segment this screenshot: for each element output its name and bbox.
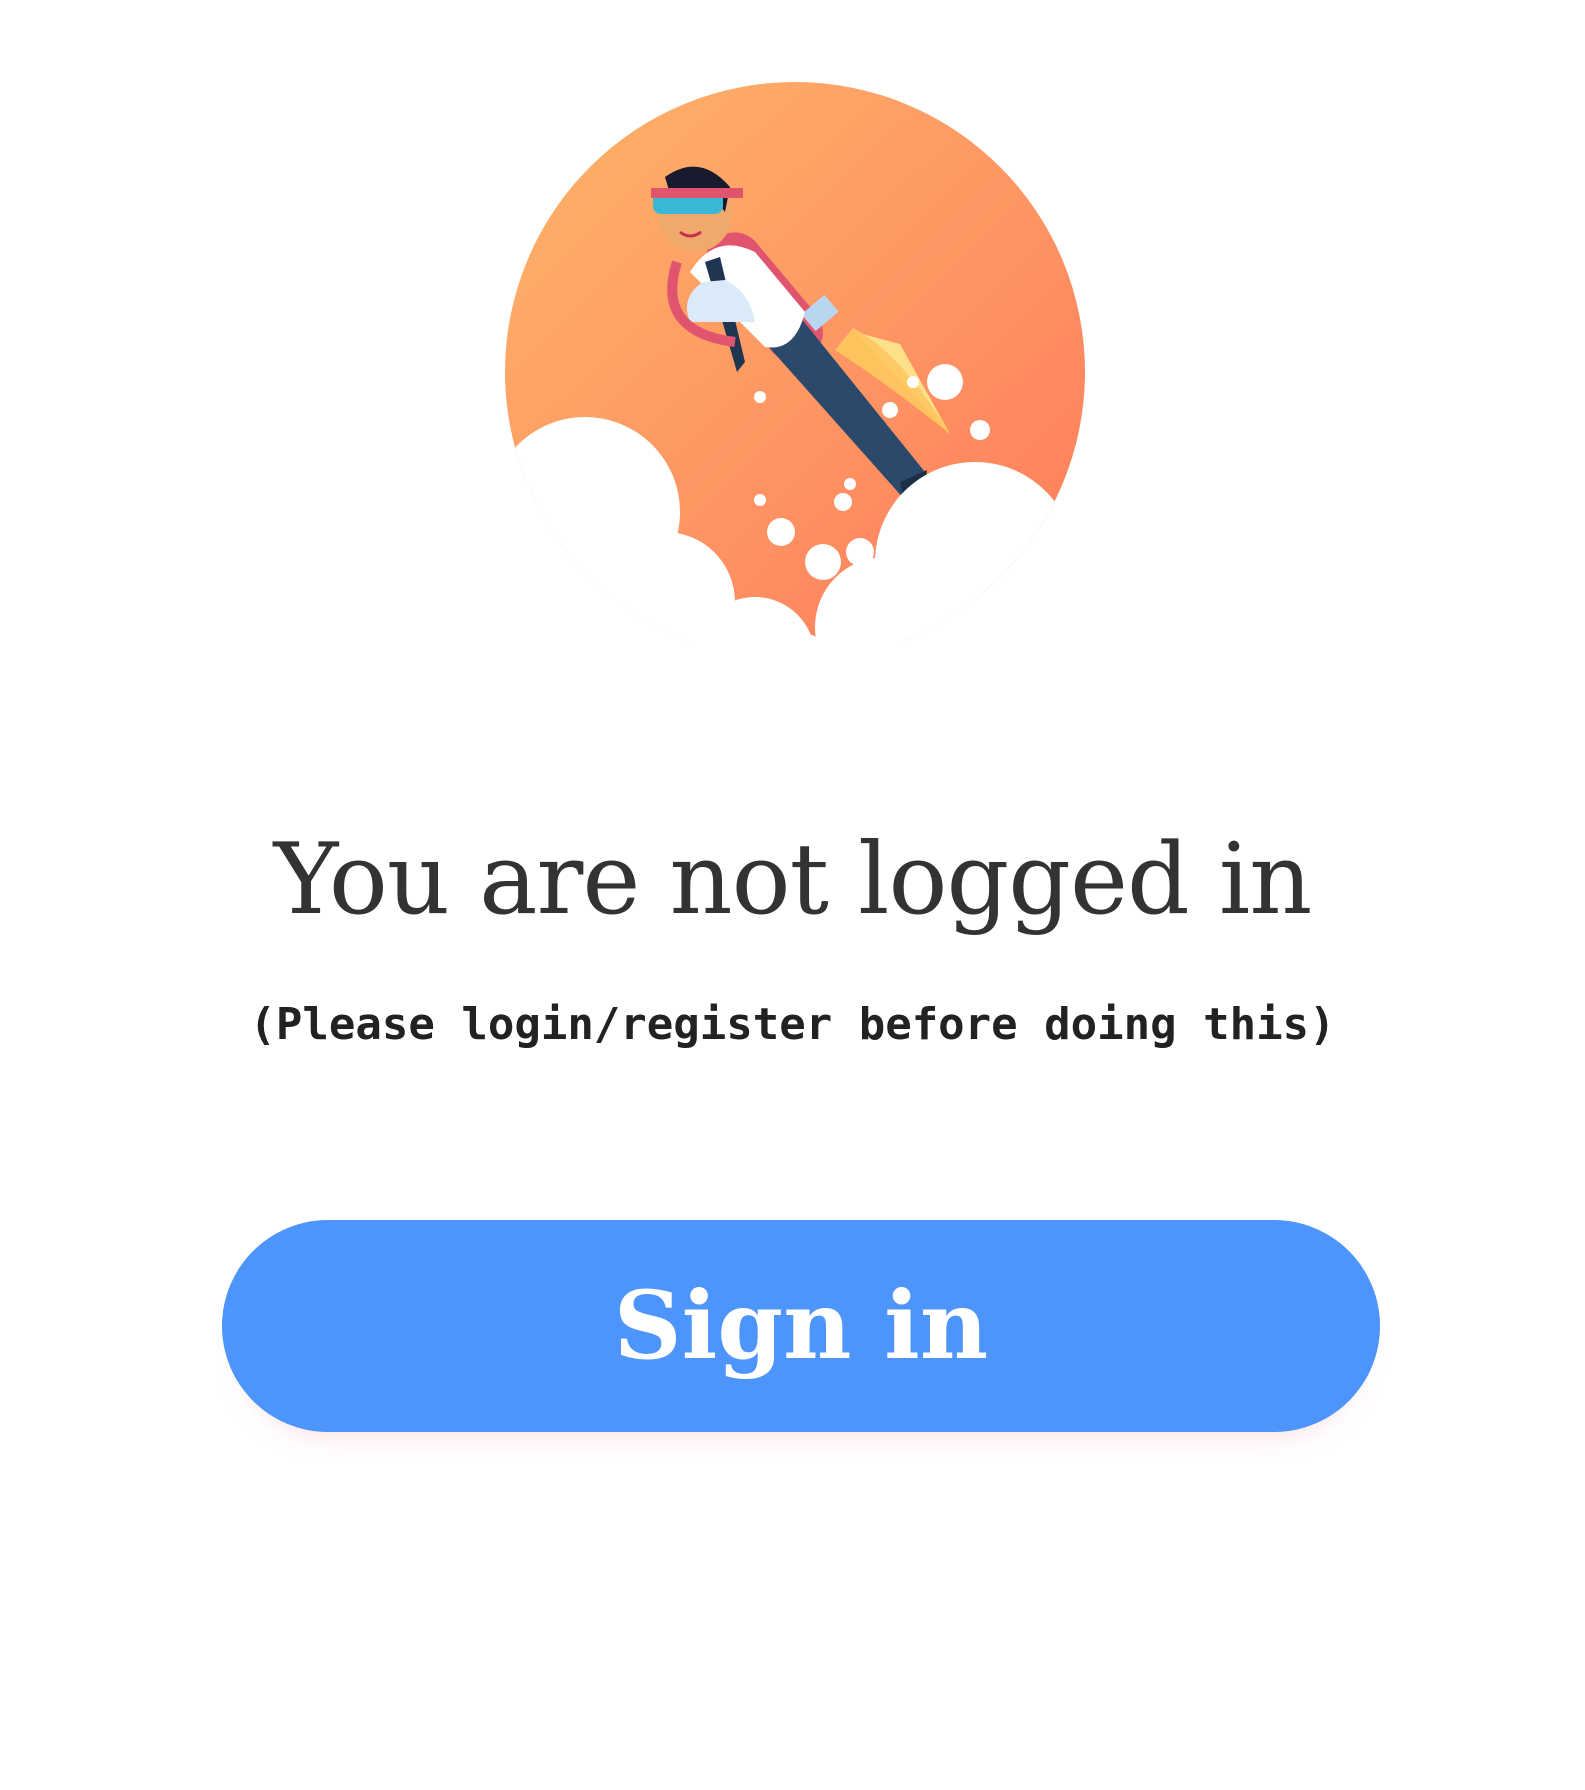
- sign-in-button[interactable]: Sign in: [222, 1220, 1380, 1432]
- not-logged-in-title: You are not logged in: [273, 823, 1313, 937]
- login-hint-text: (Please login/register before doing this…: [249, 999, 1336, 1050]
- rocket-man-illustration: [505, 82, 1085, 642]
- rocket-man-icon: [505, 82, 1085, 642]
